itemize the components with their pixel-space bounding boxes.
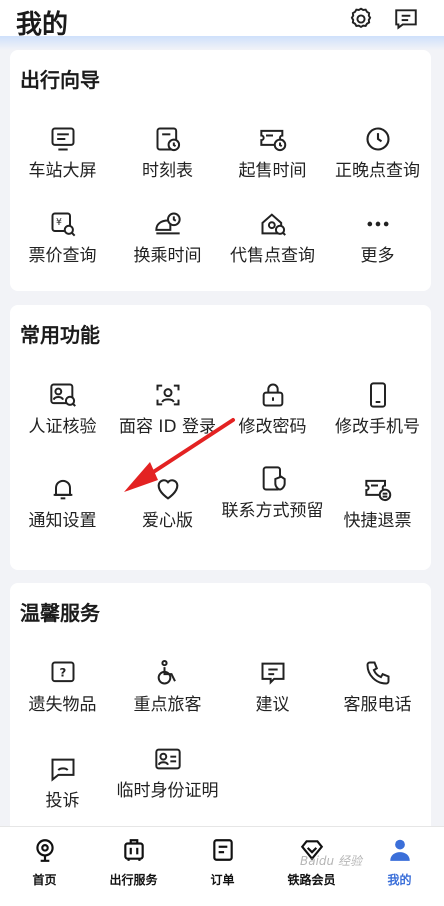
grid-item-label: 快捷退票 (343, 511, 412, 531)
card-common-functions: 常用功能 人证核验 面容 ID 登录 修改密码 修改手机号 通知设置 爱心版 联… (10, 305, 431, 570)
refund-icon (364, 479, 391, 502)
grid-item-label: 客服电话 (343, 695, 412, 715)
grid-item-lost-items[interactable]: ? 遗失物品 (10, 659, 115, 739)
id-verify-icon (49, 383, 76, 407)
grid-item-label: 起售时间 (238, 161, 307, 181)
grid-item-label: 爱心版 (142, 511, 193, 531)
grid-item-change-password[interactable]: 修改密码 (220, 381, 325, 461)
grid-item-label: 重点旅客 (133, 695, 202, 715)
suggestion-icon (261, 662, 284, 685)
lock-icon (262, 383, 283, 407)
grid-item-care-mode[interactable]: 爱心版 (115, 475, 220, 555)
ticket-time-icon (259, 129, 286, 152)
grid-item-label: 通知设置 (28, 511, 97, 531)
grid-item-suggestion[interactable]: 建议 (220, 659, 325, 739)
grid-item-label: 建议 (255, 695, 290, 715)
grid-item-label: 换乘时间 (133, 246, 202, 266)
grid-item-transfer-time[interactable]: 换乘时间 (115, 210, 220, 290)
svg-text:?: ? (59, 666, 66, 680)
screen-icon (51, 127, 74, 151)
grid-item-complaint[interactable]: 投诉 (10, 755, 115, 835)
section-title: 温馨服务 (20, 601, 100, 625)
svg-text:¥: ¥ (56, 217, 62, 228)
tab-travel-service[interactable]: 出行服务 (89, 837, 178, 888)
grid-item-service-phone[interactable]: 客服电话 (325, 659, 430, 739)
grid-item-more[interactable]: 更多 (325, 210, 430, 290)
grid-item-agency-query[interactable]: 代售点查询 (220, 210, 325, 290)
phone-call-icon (366, 661, 389, 685)
grid-item-key-passenger[interactable]: 重点旅客 (115, 659, 220, 739)
bell-icon (53, 479, 72, 500)
wheelchair-icon (157, 659, 176, 685)
grid-item-label: 时刻表 (142, 161, 193, 181)
phone-icon (369, 382, 386, 408)
grid-item-id-verify[interactable]: 人证核验 (10, 381, 115, 461)
grid-item-label: 面容 ID 登录 (119, 417, 216, 437)
watermark: Baidu 经验 (300, 854, 362, 868)
grid-item-station-screen[interactable]: 车站大屏 (10, 125, 115, 205)
grid-item-label: 修改密码 (238, 417, 307, 437)
grid-item-price-query[interactable]: ¥ 票价查询 (10, 210, 115, 290)
heart-icon (157, 479, 178, 500)
grid-item-label: 票价查询 (28, 246, 97, 266)
agency-search-icon (261, 213, 286, 236)
tab-label: 订单 (210, 873, 235, 887)
timetable-icon (156, 127, 180, 152)
grid-item-label: 车站大屏 (28, 161, 97, 181)
tab-orders[interactable]: 订单 (178, 837, 267, 888)
card-travel-guide: 出行向导 车站大屏 时刻表 起售时间 正晚点查询 ¥ 票价查询 换乘时间 代售点… (10, 50, 431, 291)
tab-label: 我的 (387, 873, 412, 887)
clock-icon (365, 127, 390, 151)
id-card-icon (154, 748, 181, 770)
tab-mine[interactable]: 我的 (355, 837, 444, 888)
grid-item-label: 联系方式预留 (221, 501, 324, 521)
message-icon[interactable] (393, 6, 419, 32)
section-title: 常用功能 (20, 323, 100, 347)
face-id-icon (156, 384, 179, 406)
luggage-icon (123, 839, 144, 861)
contact-shield-icon (262, 466, 286, 491)
lost-item-icon: ? (51, 661, 74, 683)
tab-label: 出行服务 (109, 873, 158, 887)
grid-item-face-id-login[interactable]: 面容 ID 登录 (115, 381, 220, 461)
grid-item-label: 更多 (360, 246, 395, 266)
header-gradient (0, 36, 444, 50)
grid-item-label: 人证核验 (28, 417, 97, 437)
person-icon (389, 839, 410, 861)
train-clock-icon (154, 212, 181, 235)
grid-item-label: 修改手机号 (335, 417, 420, 437)
grid-item-label: 临时身份证明 (116, 781, 219, 801)
section-title: 出行向导 (20, 68, 100, 92)
more-icon (367, 221, 388, 227)
grid-item-label: 投诉 (45, 791, 80, 811)
grid-item-sale-time[interactable]: 起售时间 (220, 125, 325, 205)
grid-item-quick-refund[interactable]: 快捷退票 (325, 475, 430, 555)
grid-item-timetable[interactable]: 时刻表 (115, 125, 220, 205)
bottom-tab-bar: 首页 出行服务 订单 铁路会员 我的 (0, 826, 444, 906)
tab-home[interactable]: 首页 (0, 837, 89, 888)
grid-item-label: 正晚点查询 (335, 161, 420, 181)
gear-icon[interactable] (348, 6, 374, 32)
grid-item-temp-id[interactable]: 临时身份证明 (115, 745, 220, 825)
card-warm-services: 温馨服务 ? 遗失物品 重点旅客 建议 客服电话 投诉 临时身份证明 (10, 583, 431, 843)
home-icon (35, 839, 54, 862)
order-icon (212, 839, 233, 861)
complaint-icon (51, 758, 74, 782)
grid-item-label: 代售点查询 (230, 246, 315, 266)
price-search-icon: ¥ (51, 212, 75, 237)
grid-item-contact-reserve[interactable]: 联系方式预留 (220, 465, 325, 545)
tab-label: 铁路会员 (287, 873, 336, 887)
grid-item-label: 遗失物品 (28, 695, 97, 715)
grid-item-change-phone[interactable]: 修改手机号 (325, 381, 430, 461)
grid-item-delay-query[interactable]: 正晚点查询 (325, 125, 430, 205)
tab-label: 首页 (32, 873, 57, 887)
grid-item-notification-settings[interactable]: 通知设置 (10, 475, 115, 555)
